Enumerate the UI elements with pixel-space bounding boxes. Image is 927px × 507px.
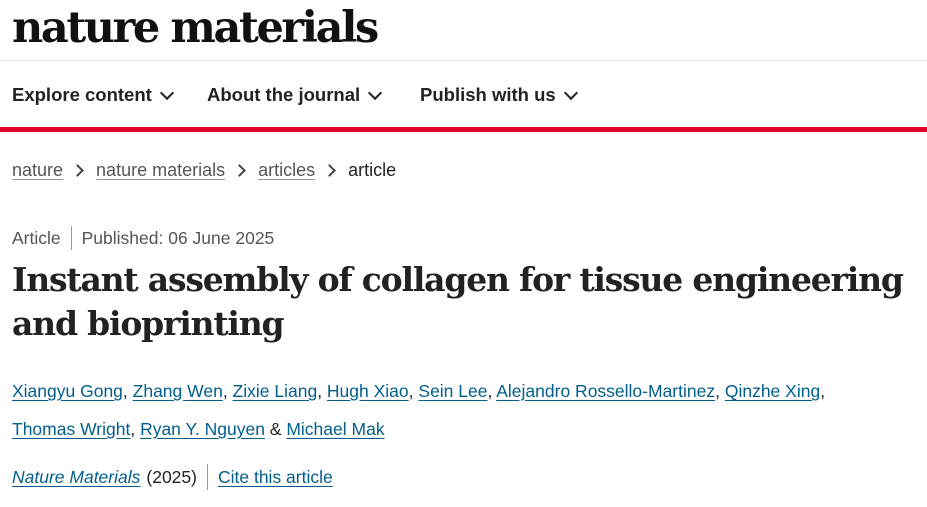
nav-label: Explore content <box>12 84 152 105</box>
article-title: Instant assembly of collagen for tissue … <box>12 260 904 343</box>
site-header: nature materials <box>0 0 927 61</box>
author-link[interactable]: Zixie Liang <box>233 381 318 401</box>
accent-rule <box>0 127 927 132</box>
chevron-down-icon <box>159 85 174 100</box>
nav-label: About the journal <box>207 84 361 105</box>
citation-divider <box>206 464 208 490</box>
chevron-down-icon <box>563 85 578 100</box>
author-link[interactable]: Qinzhe Xing <box>725 381 820 401</box>
author-link[interactable]: Thomas Wright <box>12 419 130 439</box>
nav-about-journal[interactable]: About the journal <box>207 83 383 107</box>
journal-link[interactable]: Nature Materials <box>12 467 140 488</box>
author-link[interactable]: Michael Mak <box>286 419 384 439</box>
breadcrumb: nature nature materials articles article <box>12 158 396 182</box>
nav-explore-content[interactable]: Explore content <box>12 83 174 107</box>
breadcrumb-current: article <box>348 159 397 180</box>
chevron-down-icon <box>368 85 383 100</box>
author-link[interactable]: Sein Lee <box>418 381 487 401</box>
author-list: Xiangyu Gong, Zhang Wen, Zixie Liang, Hu… <box>12 381 826 439</box>
author-link[interactable]: Ryan Y. Nguyen <box>140 419 265 439</box>
chevron-right-icon <box>71 163 84 177</box>
author-link[interactable]: Hugh Xiao <box>327 381 409 401</box>
article-type: Article <box>12 227 61 248</box>
author-link[interactable]: Xiangyu Gong <box>12 381 123 401</box>
nav-label: Publish with us <box>420 84 556 105</box>
journal-logo[interactable]: nature materials <box>12 2 379 54</box>
publication-year: (2025) <box>146 466 197 487</box>
citation-row: Nature Materials (2025) Cite this articl… <box>12 464 333 490</box>
author-link[interactable]: Alejandro Rossello-Martinez <box>496 381 715 401</box>
chevron-right-icon <box>233 163 246 177</box>
chevron-right-icon <box>323 163 336 177</box>
author-link[interactable]: Zhang Wen <box>133 381 223 401</box>
article-meta: Article Published: 06 June 2025 <box>12 226 274 250</box>
cite-article-link[interactable]: Cite this article <box>218 467 333 488</box>
breadcrumb-articles[interactable]: articles <box>258 160 315 181</box>
breadcrumb-nature-materials[interactable]: nature materials <box>96 160 225 181</box>
nav-publish-with-us[interactable]: Publish with us <box>420 83 578 107</box>
breadcrumb-nature[interactable]: nature <box>12 160 63 181</box>
main-nav: Explore content About the journal Publis… <box>0 61 927 127</box>
meta-divider <box>70 226 72 250</box>
published-date: Published: 06 June 2025 <box>81 227 275 248</box>
author-ampersand: & <box>269 419 287 439</box>
